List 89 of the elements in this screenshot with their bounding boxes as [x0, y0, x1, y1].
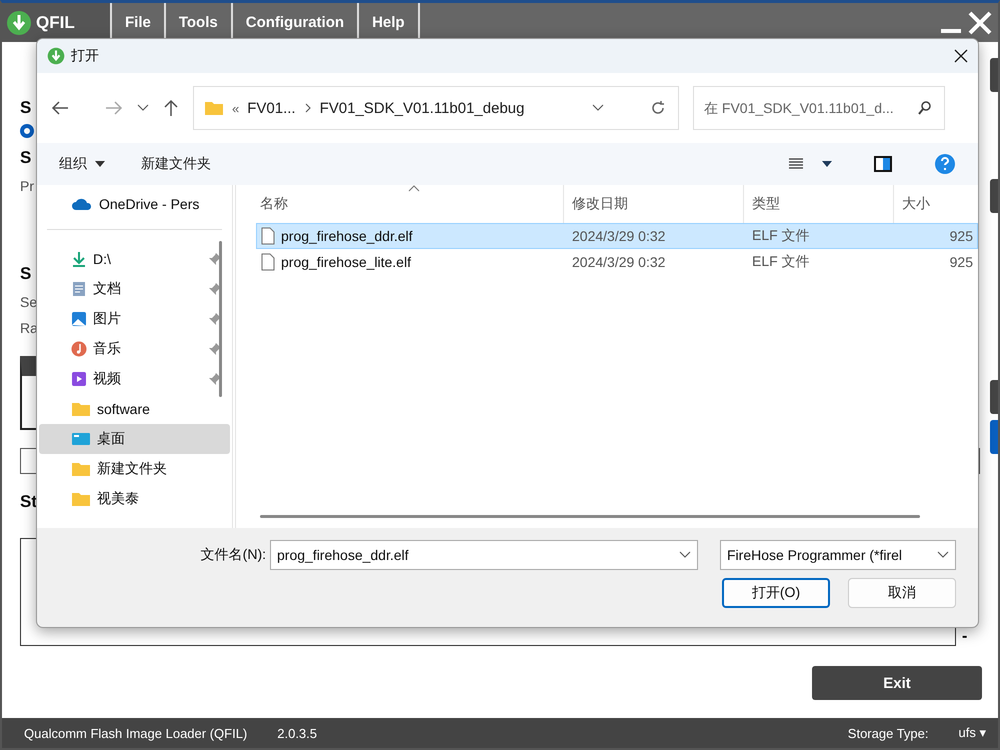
- app-name: Qualcomm Flash Image Loader (QFIL): [24, 726, 248, 740]
- caret-down-icon: [95, 161, 105, 167]
- pin-icon: [208, 252, 222, 266]
- filename-label: 文件名(N):: [200, 546, 266, 564]
- nav-item[interactable]: 文档: [39, 274, 230, 304]
- chevron-down-icon[interactable]: [137, 104, 149, 112]
- search-icon[interactable]: [917, 100, 933, 116]
- dialog-logo-icon: [47, 47, 65, 65]
- dialog-button[interactable]: 打开(O): [722, 578, 830, 608]
- chevron-down-icon: [937, 551, 949, 559]
- file-icon: [261, 253, 275, 271]
- storage-label: Storage Type:: [848, 726, 928, 740]
- pin-icon: [208, 342, 222, 356]
- nav-item[interactable]: 新建文件夹: [39, 454, 230, 484]
- folder-icon: [71, 491, 91, 507]
- cloud-icon: [71, 197, 93, 211]
- field-label: Pr: [20, 177, 34, 196]
- refresh-icon[interactable]: [650, 100, 666, 116]
- dialog-button[interactable]: 取消: [848, 578, 956, 608]
- sort-caret-icon: [408, 185, 420, 192]
- image-icon: [71, 311, 87, 327]
- button-edge: [990, 380, 998, 414]
- table-cell-text: 2024/3/29 0:32: [571, 254, 666, 270]
- radio-button[interactable]: [20, 124, 34, 138]
- caret-down-icon[interactable]: [822, 161, 832, 167]
- folder-icon: [71, 461, 91, 477]
- button-edge: [990, 58, 998, 92]
- button-edge: [990, 179, 998, 213]
- back-arrow-icon[interactable]: [51, 100, 69, 116]
- section-heading: S: [20, 148, 32, 169]
- file-icon: [261, 227, 275, 245]
- nav-item[interactable]: OneDrive - Pers: [39, 189, 230, 219]
- preview-pane-icon[interactable]: [874, 156, 892, 172]
- nav-item[interactable]: 桌面: [39, 424, 230, 454]
- filename-field[interactable]: prog_firehose_ddr.elf: [270, 540, 698, 570]
- table-cell-text: 925: [948, 254, 974, 270]
- help-icon[interactable]: [934, 153, 956, 175]
- table-cell-text: ELF 文件: [751, 227, 811, 245]
- table-cell-text: 925: [948, 228, 974, 244]
- chevron-down-icon: [592, 104, 604, 112]
- button-edge: [990, 420, 998, 454]
- music-icon: [71, 341, 87, 357]
- video-icon: [71, 371, 87, 387]
- download-icon: [71, 251, 87, 267]
- app-title: QFIL: [36, 12, 75, 32]
- overflow-marker: «: [232, 100, 240, 116]
- folder-icon: [71, 401, 91, 417]
- file-type-dropdown[interactable]: FireHose Programmer (*firel: [720, 540, 956, 570]
- section-heading: S: [20, 264, 32, 285]
- address-bar[interactable]: « FV01... FV01_SDK_V01.11b01_debug: [193, 86, 679, 130]
- nav-item[interactable]: 音乐: [39, 334, 230, 364]
- storage-dropdown[interactable]: ufs ▾: [958, 725, 986, 741]
- toolbar-command[interactable]: 新建文件夹: [141, 155, 211, 173]
- chevron-down-icon: [679, 551, 691, 559]
- pin-icon: [208, 372, 222, 386]
- chevron-right-icon: [304, 103, 312, 113]
- field-label: Se: [20, 293, 38, 312]
- nav-item[interactable]: 视美泰: [39, 484, 230, 514]
- document-icon: [71, 281, 87, 297]
- dialog-title: 打开: [71, 47, 100, 65]
- table-cell-text: 2024/3/29 0:32: [571, 228, 666, 244]
- scrollbar-thumb[interactable]: [219, 241, 222, 397]
- nav-item[interactable]: 视频: [39, 364, 230, 394]
- toolbar-command[interactable]: 组织: [59, 155, 105, 173]
- column-header[interactable]: 名称: [236, 185, 563, 223]
- breadcrumb[interactable]: FV01...: [247, 100, 296, 116]
- close-icon[interactable]: [954, 49, 968, 63]
- exit-button[interactable]: Exit: [812, 666, 982, 700]
- desktop-icon: [71, 431, 91, 447]
- pin-icon: [208, 282, 222, 296]
- dash-mark: -: [962, 628, 968, 646]
- pin-icon: [208, 312, 222, 326]
- file-row[interactable]: prog_firehose_ddr.elf 2024/3/29 0:32 ELF 文件 925: [256, 223, 978, 249]
- breadcrumb[interactable]: FV01_SDK_V01.11b01_debug: [320, 100, 524, 116]
- file-row[interactable]: prog_firehose_lite.elf 2024/3/29 0:32 ELF 文件 925: [256, 249, 978, 275]
- section-heading: St: [20, 492, 37, 513]
- file-name: prog_firehose_lite.elf: [281, 254, 411, 270]
- scrollbar-thumb[interactable]: [260, 515, 920, 518]
- section-heading: S: [20, 98, 32, 119]
- nav-item[interactable]: software: [39, 394, 230, 424]
- folder-icon: [204, 100, 224, 116]
- nav-item[interactable]: D:\: [39, 244, 230, 274]
- file-name: prog_firehose_ddr.elf: [281, 228, 413, 244]
- up-arrow-icon[interactable]: [163, 99, 179, 117]
- version-text: 2.0.3.5: [277, 726, 318, 740]
- table-cell-text: ELF 文件: [751, 253, 811, 271]
- nav-item[interactable]: 图片: [39, 304, 230, 334]
- logo-icon: [6, 10, 32, 36]
- search-field[interactable]: 在 FV01_SDK_V01.11b01_d...: [693, 86, 945, 130]
